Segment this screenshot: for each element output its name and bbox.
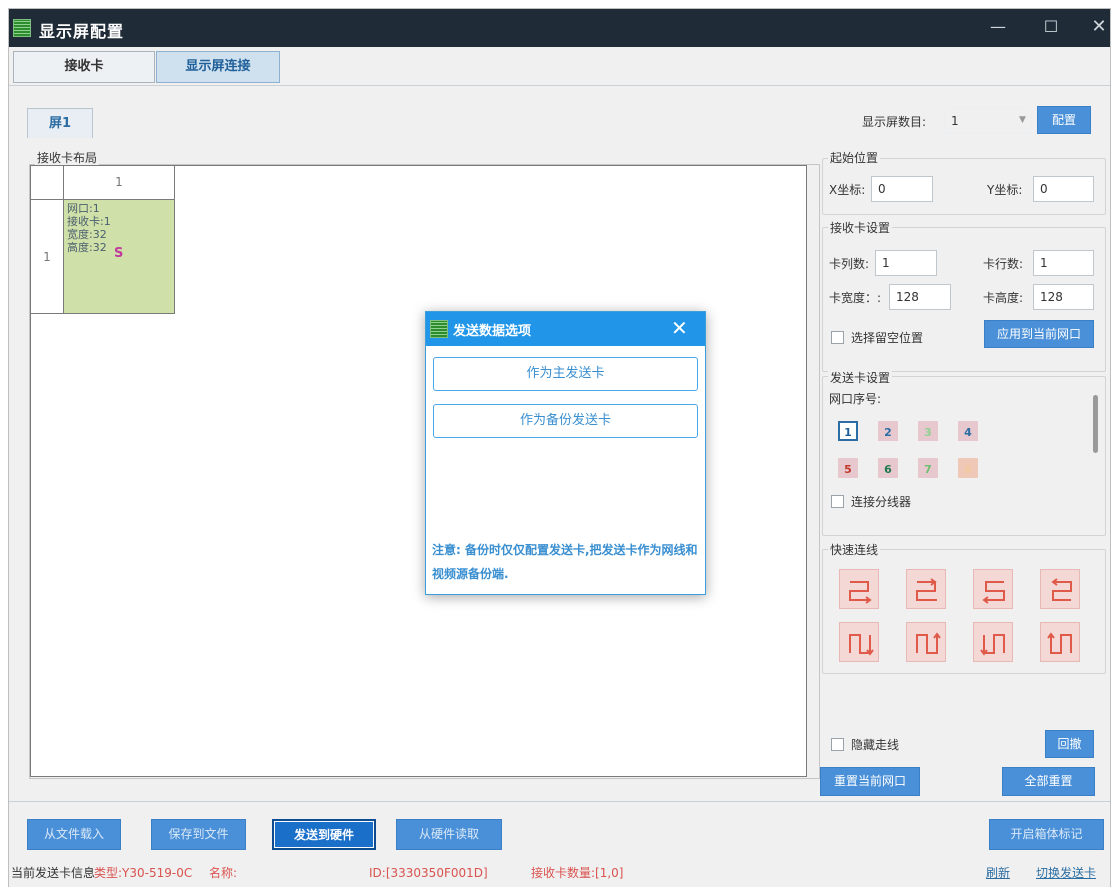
port-button-4[interactable]: 4 [958, 421, 978, 441]
card-width-label: 卡宽度：: [829, 291, 882, 305]
port-button-6[interactable]: 6 [878, 458, 898, 478]
card-cols-input[interactable]: 1 [875, 250, 937, 276]
quick-connect-title: 快速连线 [828, 541, 881, 558]
dialog-app-icon [430, 320, 448, 338]
tab-screen-1[interactable]: 屏1 [27, 108, 93, 138]
port-button-8[interactable]: 8 [958, 458, 978, 478]
start-position-title: 起始位置 [828, 149, 881, 166]
snake-down-right-icon[interactable] [839, 622, 879, 662]
app-icon [13, 19, 31, 37]
x-coord-input[interactable]: 0 [871, 176, 933, 202]
receiver-settings-title: 接收卡设置 [828, 219, 893, 236]
snake-down-left-icon[interactable] [973, 622, 1013, 662]
cell-port: 网口:1 [67, 202, 100, 215]
column-header: 1 [64, 166, 175, 200]
status-recv-count: 接收卡数量:[1,0] [531, 866, 624, 880]
y-coord-label: Y坐标: [987, 183, 1023, 197]
window-title: 显示屏配置 [39, 22, 125, 41]
apply-to-port-button[interactable]: 应用到当前网口 [984, 320, 1094, 348]
card-rows-input[interactable]: 1 [1033, 250, 1094, 276]
snake-left-up-icon[interactable] [1040, 569, 1080, 609]
card-cols-label: 卡列数: [829, 257, 870, 271]
splitter-checkbox[interactable] [831, 495, 844, 508]
x-coord-label: X坐标: [829, 183, 866, 197]
send-options-dialog: 发送数据选项 ✕ 作为主发送卡 作为备份发送卡 注意: 备份时仅仅配置发送卡,把… [425, 311, 706, 595]
hide-lines-checkbox[interactable] [831, 738, 844, 751]
port-number-label: 网口序号: [829, 392, 882, 406]
card-width-input[interactable]: 128 [889, 284, 951, 310]
start-mark: S [114, 246, 124, 261]
receiver-cell[interactable]: 网口:1 接收卡:1 宽度:32 高度:32 S [64, 200, 175, 314]
refresh-link[interactable]: 刷新 [986, 859, 1010, 887]
as-main-sender-button[interactable]: 作为主发送卡 [433, 357, 698, 391]
status-name: 名称: [209, 866, 238, 880]
status-id: ID:[3330350F001D] [369, 866, 488, 880]
status-prefix: 当前发送卡信息 [11, 866, 96, 880]
chevron-down-icon: ▼ [1019, 115, 1026, 125]
cell-card: 接收卡:1 [67, 215, 111, 228]
sender-settings-title: 发送卡设置 [828, 369, 893, 386]
port-button-2[interactable]: 2 [878, 421, 898, 441]
snake-right-down-icon[interactable] [839, 569, 879, 609]
grid-corner [31, 166, 64, 200]
send-to-hardware-button[interactable]: 发送到硬件 [272, 819, 376, 850]
row-header: 1 [31, 200, 64, 314]
undo-button[interactable]: 回撤 [1045, 730, 1094, 758]
dialog-title: 发送数据选项 [453, 324, 532, 339]
reset-port-button[interactable]: 重置当前网口 [820, 767, 920, 796]
tab-receiver-card[interactable]: 接收卡 [13, 51, 155, 83]
load-from-file-button[interactable]: 从文件载入 [27, 819, 121, 850]
port-button-3[interactable]: 3 [918, 421, 938, 441]
reset-all-button[interactable]: 全部重置 [1002, 767, 1095, 796]
box-mark-button[interactable]: 开启箱体标记 [989, 819, 1104, 850]
bottom-divider [9, 801, 1110, 802]
dialog-note: 注意: 备份时仅仅配置发送卡,把发送卡作为网线和视频源备份端. [432, 543, 698, 581]
layout-title: 接收卡布局 [35, 149, 100, 166]
screen-count-select[interactable]: 1 ▼ [944, 108, 1032, 134]
sender-scrollbar[interactable] [1093, 395, 1098, 453]
dialog-close-icon[interactable]: ✕ [671, 316, 688, 340]
read-from-hardware-button[interactable]: 从硬件读取 [396, 819, 502, 850]
select-empty-label: 选择留空位置 [851, 331, 924, 345]
status-type: 类型:Y30-519-0C [94, 866, 193, 880]
port-button-5[interactable]: 5 [838, 458, 858, 478]
as-backup-sender-button[interactable]: 作为备份发送卡 [433, 404, 698, 438]
hide-lines-label: 隐藏走线 [851, 738, 900, 752]
port-button-7[interactable]: 7 [918, 458, 938, 478]
screen-count-label: 显示屏数目: [862, 115, 927, 129]
tab-screen-connection[interactable]: 显示屏连接 [156, 51, 280, 83]
snake-right-up-icon[interactable] [906, 569, 946, 609]
select-empty-checkbox[interactable] [831, 331, 844, 344]
save-to-file-button[interactable]: 保存到文件 [151, 819, 246, 850]
cell-width: 宽度:32 [67, 228, 107, 241]
dialog-title-bar: 发送数据选项 ✕ [426, 312, 705, 346]
status-bar: 当前发送卡信息 类型:Y30-519-0C 名称: ID:[3330350F00… [9, 859, 1110, 887]
tab-divider [9, 85, 1110, 86]
card-height-input[interactable]: 128 [1033, 284, 1094, 310]
splitter-label: 连接分线器 [851, 495, 912, 509]
title-bar: 显示屏配置 — ☐ ✕ [9, 9, 1110, 47]
y-coord-input[interactable]: 0 [1033, 176, 1094, 202]
port-button-1[interactable]: 1 [838, 421, 858, 441]
config-button[interactable]: 配置 [1037, 106, 1091, 134]
card-rows-label: 卡行数: [983, 257, 1024, 271]
close-button[interactable]: ✕ [1084, 15, 1111, 39]
snake-left-down-icon[interactable] [973, 569, 1013, 609]
minimize-button[interactable]: — [983, 15, 1013, 39]
snake-up-left-icon[interactable] [1040, 622, 1080, 662]
maximize-button[interactable]: ☐ [1036, 15, 1066, 39]
card-height-label: 卡高度: [983, 291, 1024, 305]
screen-count-value: 1 [951, 114, 959, 128]
snake-up-right-icon[interactable] [906, 622, 946, 662]
switch-sender-link[interactable]: 切换发送卡 [1036, 859, 1096, 887]
